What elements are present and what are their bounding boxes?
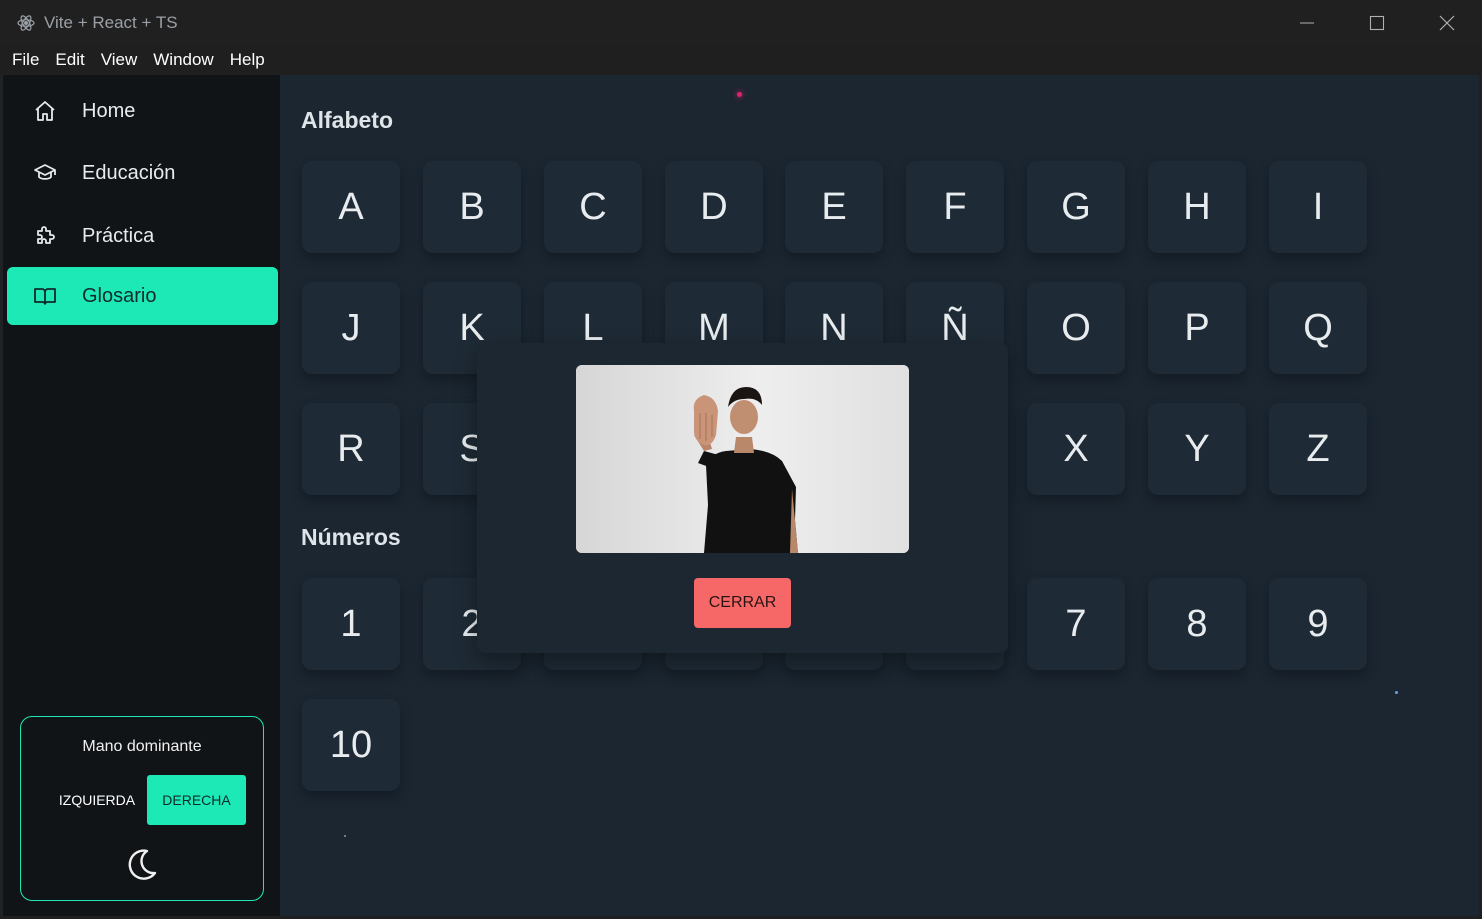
letter-tile[interactable]: H [1148,161,1246,253]
sign-modal: CERRAR [477,343,1008,653]
letter-tile[interactable]: A [302,161,400,253]
number-tile[interactable]: 10 [302,699,400,791]
letter-tile[interactable]: F [906,161,1004,253]
letter-tile[interactable]: Q [1269,282,1367,374]
graduation-cap-icon [32,160,58,186]
decorative-particle [737,92,742,97]
close-icon [1439,15,1455,30]
close-modal-button[interactable]: CERRAR [694,578,791,628]
window-controls [1272,0,1482,45]
letter-tile[interactable]: X [1027,403,1125,495]
sidebar-item-home[interactable]: Home [7,82,278,140]
sidebar-item-label: Educación [82,161,176,184]
home-icon [32,98,58,124]
person-signing-photo [576,365,909,553]
sign-image [576,365,909,553]
sidebar-item-practica[interactable]: Práctica [7,207,278,265]
letter-tile[interactable]: C [544,161,642,253]
book-open-icon [32,283,58,309]
menu-help[interactable]: Help [222,50,273,70]
letter-tile[interactable]: G [1027,161,1125,253]
letter-tile[interactable]: O [1027,282,1125,374]
letter-tile[interactable]: R [302,403,400,495]
number-tile[interactable]: 7 [1027,578,1125,670]
close-window-button[interactable] [1412,0,1482,45]
sidebar: Home Educación Práctica Glosario Mano do… [3,75,280,916]
menu-file[interactable]: File [4,50,47,70]
decorative-particle [1395,691,1398,694]
letter-tile[interactable]: I [1269,161,1367,253]
window-title: Vite + React + TS [44,12,178,32]
alphabet-title: Alfabeto [301,107,393,133]
decorative-particle [344,835,346,837]
maximize-button[interactable] [1342,0,1412,45]
letter-tile[interactable]: P [1148,282,1246,374]
sidebar-item-label: Home [82,99,136,122]
title-bar: Vite + React + TS [0,0,1482,45]
letter-tile[interactable]: D [665,161,763,253]
minimize-icon [1300,22,1314,23]
maximize-icon [1369,15,1385,30]
menu-view[interactable]: View [93,50,146,70]
puzzle-icon [32,223,58,249]
sidebar-item-educacion[interactable]: Educación [7,144,278,202]
dominant-hand-card: Mano dominante IZQUIERDA DERECHA [20,716,264,901]
menu-window[interactable]: Window [145,50,221,70]
menu-bar: File Edit View Window Help [0,45,1482,75]
left-hand-button[interactable]: IZQUIERDA [47,775,147,825]
number-tile[interactable]: 9 [1269,578,1367,670]
letter-tile[interactable]: Z [1269,403,1367,495]
numbers-title: Números [301,524,401,550]
number-tile[interactable]: 1 [302,578,400,670]
letter-tile[interactable]: Y [1148,403,1246,495]
letter-tile[interactable]: E [785,161,883,253]
dominant-hand-title: Mano dominante [82,738,202,755]
sidebar-item-label: Práctica [82,224,155,247]
minimize-button[interactable] [1272,0,1342,45]
right-hand-button[interactable]: DERECHA [147,775,246,825]
sidebar-item-label: Glosario [82,284,157,307]
electron-app-icon [17,14,35,31]
letter-tile[interactable]: J [302,282,400,374]
menu-edit[interactable]: Edit [47,50,92,70]
moon-icon[interactable] [122,845,160,883]
sidebar-item-glosario[interactable]: Glosario [7,267,278,325]
letter-tile[interactable]: B [423,161,521,253]
number-tile[interactable]: 8 [1148,578,1246,670]
